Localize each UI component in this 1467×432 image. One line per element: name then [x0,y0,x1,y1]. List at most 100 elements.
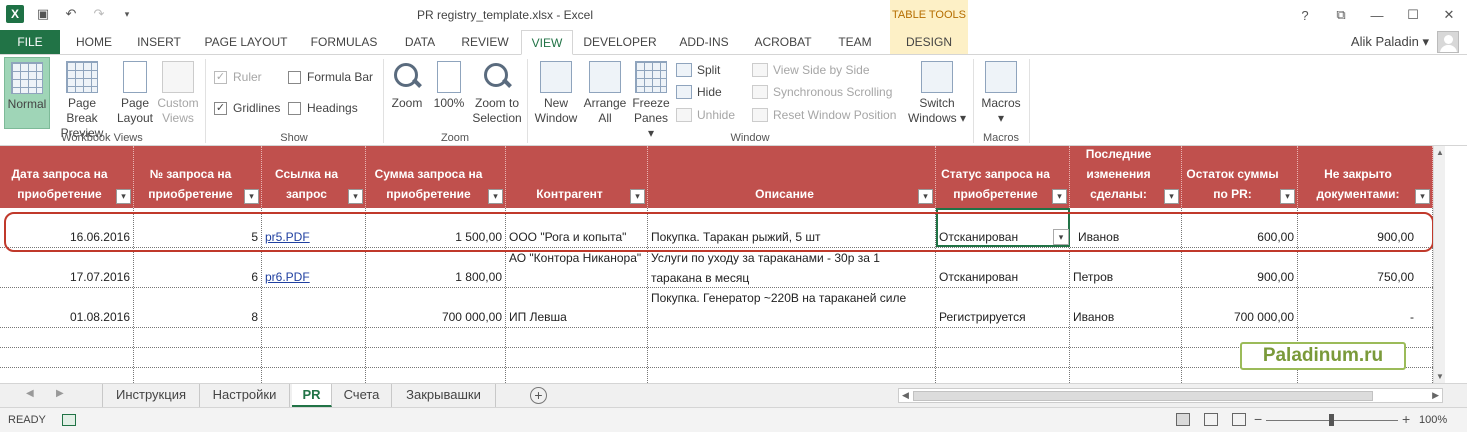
filter-dropdown-icon[interactable]: ▾ [348,189,363,204]
empty-cell[interactable] [648,348,936,367]
header-cell[interactable]: Остаток суммы по PR: ▾ [1182,146,1298,208]
sheet-tab-closing[interactable]: Закрывашки [392,384,496,407]
synchronous-scrolling-button[interactable]: Synchronous Scrolling [752,85,892,99]
normal-view-button[interactable]: Normal [4,57,50,129]
request-link-cell[interactable]: pr6.PDF [262,248,366,287]
modified-by-cell[interactable]: Иванов [1070,288,1182,327]
empty-cell[interactable] [936,348,1070,367]
modified-by-cell[interactable]: Иванов [1070,208,1182,247]
tab-page-layout[interactable]: PAGE LAYOUT [196,30,296,54]
not-closed-cell[interactable]: 750,00 [1298,248,1433,287]
empty-cell[interactable] [936,368,1070,383]
tab-design[interactable]: DESIGN [890,30,968,54]
filter-dropdown-icon[interactable]: ▾ [116,189,131,204]
reset-window-position-button[interactable]: Reset Window Position [752,108,896,122]
amount-cell[interactable]: 1 500,00 [366,208,506,247]
remaining-cell[interactable]: 700 000,00 [1182,288,1298,327]
zoom-100-button[interactable]: 100% [430,57,468,111]
empty-cell[interactable] [1298,368,1433,383]
filter-dropdown-icon[interactable]: ▾ [1052,189,1067,204]
empty-cell[interactable] [1070,328,1182,347]
header-cell[interactable]: Дата запроса на приобретение ▾ [0,146,134,208]
tab-view[interactable]: VIEW [521,30,573,55]
empty-cell[interactable] [648,368,936,383]
tab-add-ins[interactable]: ADD-INS [668,30,740,54]
zoom-button[interactable]: Zoom [388,57,426,111]
empty-cell[interactable] [134,368,262,383]
switch-windows-button[interactable]: Switch Windows ▾ [906,57,968,126]
view-side-by-side-button[interactable]: View Side by Side [752,63,870,77]
vertical-scrollbar[interactable]: ▲ ▼ [1433,146,1445,383]
counterparty-cell[interactable]: ИП Левша [506,288,648,327]
normal-view-status-icon[interactable] [1176,413,1190,426]
page-break-preview-button[interactable]: Page Break Preview [52,57,112,141]
tab-file[interactable]: FILE [0,30,60,54]
macro-recording-icon[interactable] [62,414,76,426]
tab-team[interactable]: TEAM [826,30,884,54]
tab-review[interactable]: REVIEW [454,30,516,54]
description-cell[interactable]: Услуги по уходу за тараканами - 30р за 1… [648,248,936,287]
description-cell[interactable]: Покупка. Генератор ~220В на тараканей си… [648,288,936,327]
prev-sheet-icon[interactable]: ◀ [26,388,34,399]
zoom-in-icon[interactable]: + [1402,411,1410,427]
freeze-panes-button[interactable]: Freeze Panes ▾ [630,57,672,141]
empty-cell[interactable] [506,368,648,383]
empty-cell[interactable] [0,348,134,367]
description-cell[interactable]: Покупка. Таракан рыжий, 5 шт [648,208,936,247]
amount-cell[interactable]: 1 800,00 [366,248,506,287]
status-dropdown-icon[interactable]: ▾ [1053,229,1069,245]
request-link-cell[interactable]: pr5.PDF [262,208,366,247]
formula-bar-checkbox[interactable]: Formula Bar [288,70,373,84]
empty-cell[interactable] [648,328,936,347]
help-icon[interactable]: ? [1287,8,1323,23]
empty-cell[interactable] [134,328,262,347]
page-layout-status-icon[interactable] [1204,413,1218,426]
status-cell[interactable]: Отсканирован [936,248,1070,287]
sheet-tab-settings[interactable]: Настройки [200,384,290,407]
filter-dropdown-icon[interactable]: ▾ [1280,189,1295,204]
tab-insert[interactable]: INSERT [128,30,190,54]
zoom-slider-thumb[interactable] [1329,414,1334,426]
gridlines-checkbox[interactable]: ✓ Gridlines [214,101,280,115]
empty-cell[interactable] [134,348,262,367]
empty-cell[interactable] [0,368,134,383]
header-cell[interactable]: Контрагент ▾ [506,146,648,208]
page-break-status-icon[interactable] [1232,413,1246,426]
tab-developer[interactable]: DEVELOPER [578,30,662,54]
empty-cell[interactable] [1070,368,1182,383]
sheet-tab-invoices[interactable]: Счета [332,384,392,407]
date-cell[interactable]: 16.06.2016 [0,208,134,247]
zoom-to-selection-button[interactable]: Zoom to Selection [470,57,524,126]
empty-cell[interactable] [262,368,366,383]
empty-cell[interactable] [262,348,366,367]
empty-cell[interactable] [1182,368,1298,383]
unhide-button[interactable]: Unhide [676,108,735,122]
filter-dropdown-icon[interactable]: ▾ [244,189,259,204]
header-cell[interactable]: Не закрыто документами: ▾ [1298,146,1433,208]
add-sheet-icon[interactable]: + [530,387,547,404]
horizontal-scrollbar[interactable]: ◀ ▶ [898,388,1443,403]
custom-views-button[interactable]: Custom Views [157,57,199,126]
remaining-cell[interactable]: 600,00 [1182,208,1298,247]
header-cell[interactable]: Описание ▾ [648,146,936,208]
date-cell[interactable]: 17.07.2016 [0,248,134,287]
filter-dropdown-icon[interactable]: ▾ [630,189,645,204]
worksheet[interactable]: Дата запроса на приобретение ▾ № запроса … [0,146,1445,383]
empty-cell[interactable] [366,348,506,367]
counterparty-cell[interactable]: АО "Контора Никанора" [506,248,648,287]
header-cell[interactable]: Ссылка на запрос ▾ [262,146,366,208]
filter-dropdown-icon[interactable]: ▾ [918,189,933,204]
macros-button[interactable]: Macros ▾ [978,57,1024,126]
request-link-cell[interactable] [262,288,366,327]
next-sheet-icon[interactable]: ▶ [56,388,64,399]
request-number-cell[interactable]: 6 [134,248,262,287]
header-cell[interactable]: Статус запроса на приобретение ▾ [936,146,1070,208]
split-button[interactable]: Split [676,63,720,77]
minimize-icon[interactable]: — [1359,8,1395,23]
modified-by-cell[interactable]: Петров [1070,248,1182,287]
remaining-cell[interactable]: 900,00 [1182,248,1298,287]
empty-cell[interactable] [506,348,648,367]
restore-icon[interactable]: ☐ [1395,7,1431,23]
counterparty-cell[interactable]: ООО "Рога и копыта" [506,208,648,247]
scroll-left-icon[interactable]: ◀ [902,390,909,401]
